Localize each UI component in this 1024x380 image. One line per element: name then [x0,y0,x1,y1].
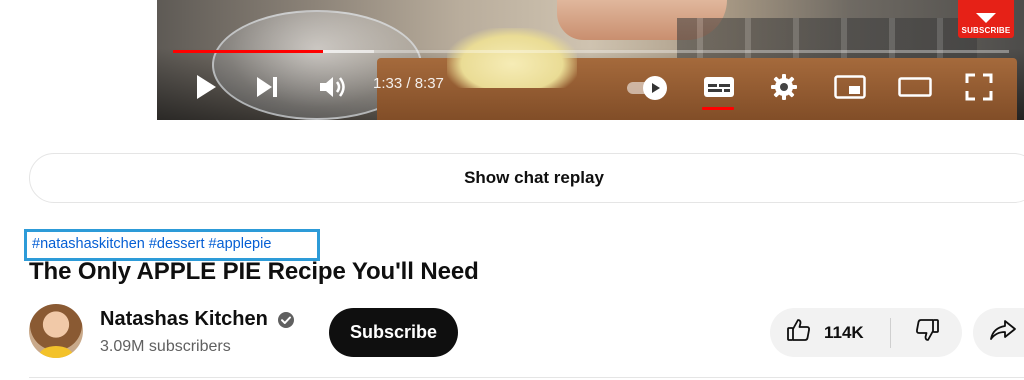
fullscreen-icon[interactable] [964,72,994,102]
player-controls: 1:33 / 8:37 [157,68,1024,110]
autoplay-play-icon [643,76,667,100]
avatar-shirt [39,346,73,358]
settings-icon[interactable] [769,72,799,102]
thumbs-up-icon [786,317,812,348]
video-player[interactable]: SUBSCRIBE 1:33 / 8:37 [157,0,1024,120]
next-icon[interactable] [253,72,283,102]
watermark-arrow-icon [976,13,996,23]
share-button[interactable] [973,308,1024,357]
time-display: 1:33 / 8:37 [373,75,444,92]
channel-avatar[interactable] [29,304,83,358]
subscribe-watermark[interactable]: SUBSCRIBE [958,0,1014,38]
captions-active-indicator [702,107,734,110]
miniplayer-icon[interactable] [833,72,867,102]
dislike-button[interactable] [891,308,962,357]
like-dislike-group: 114K [770,308,962,357]
progress-played [173,50,324,53]
captions-icon[interactable] [702,72,736,110]
watermark-label: SUBSCRIBE [961,26,1011,35]
verified-badge-icon [277,311,295,329]
hashtags: #natashaskitchen #dessert #applepie [24,229,320,261]
like-count: 114K [824,322,864,342]
hashtag-link[interactable]: #dessert [149,236,205,252]
autoplay-toggle[interactable] [627,76,673,100]
thumbs-down-icon [914,317,940,348]
channel-name[interactable]: Natashas Kitchen [100,308,268,331]
hashtag-link[interactable]: #natashaskitchen [32,236,145,252]
video-title: The Only APPLE PIE Recipe You'll Need [29,258,479,285]
subscribe-button[interactable]: Subscribe [329,308,458,357]
play-icon[interactable] [191,72,221,102]
theater-mode-icon[interactable] [897,72,933,102]
share-arrow-icon [989,318,1017,347]
volume-icon[interactable] [317,72,349,102]
hashtag-link[interactable]: #applepie [208,236,271,252]
like-button[interactable]: 114K [770,308,890,357]
progress-bar[interactable] [173,50,1009,53]
subscriber-count: 3.09M subscribers [100,338,231,355]
show-chat-replay-button[interactable]: Show chat replay [29,153,1024,203]
section-divider [29,377,1024,378]
chat-replay-label: Show chat replay [464,168,604,187]
